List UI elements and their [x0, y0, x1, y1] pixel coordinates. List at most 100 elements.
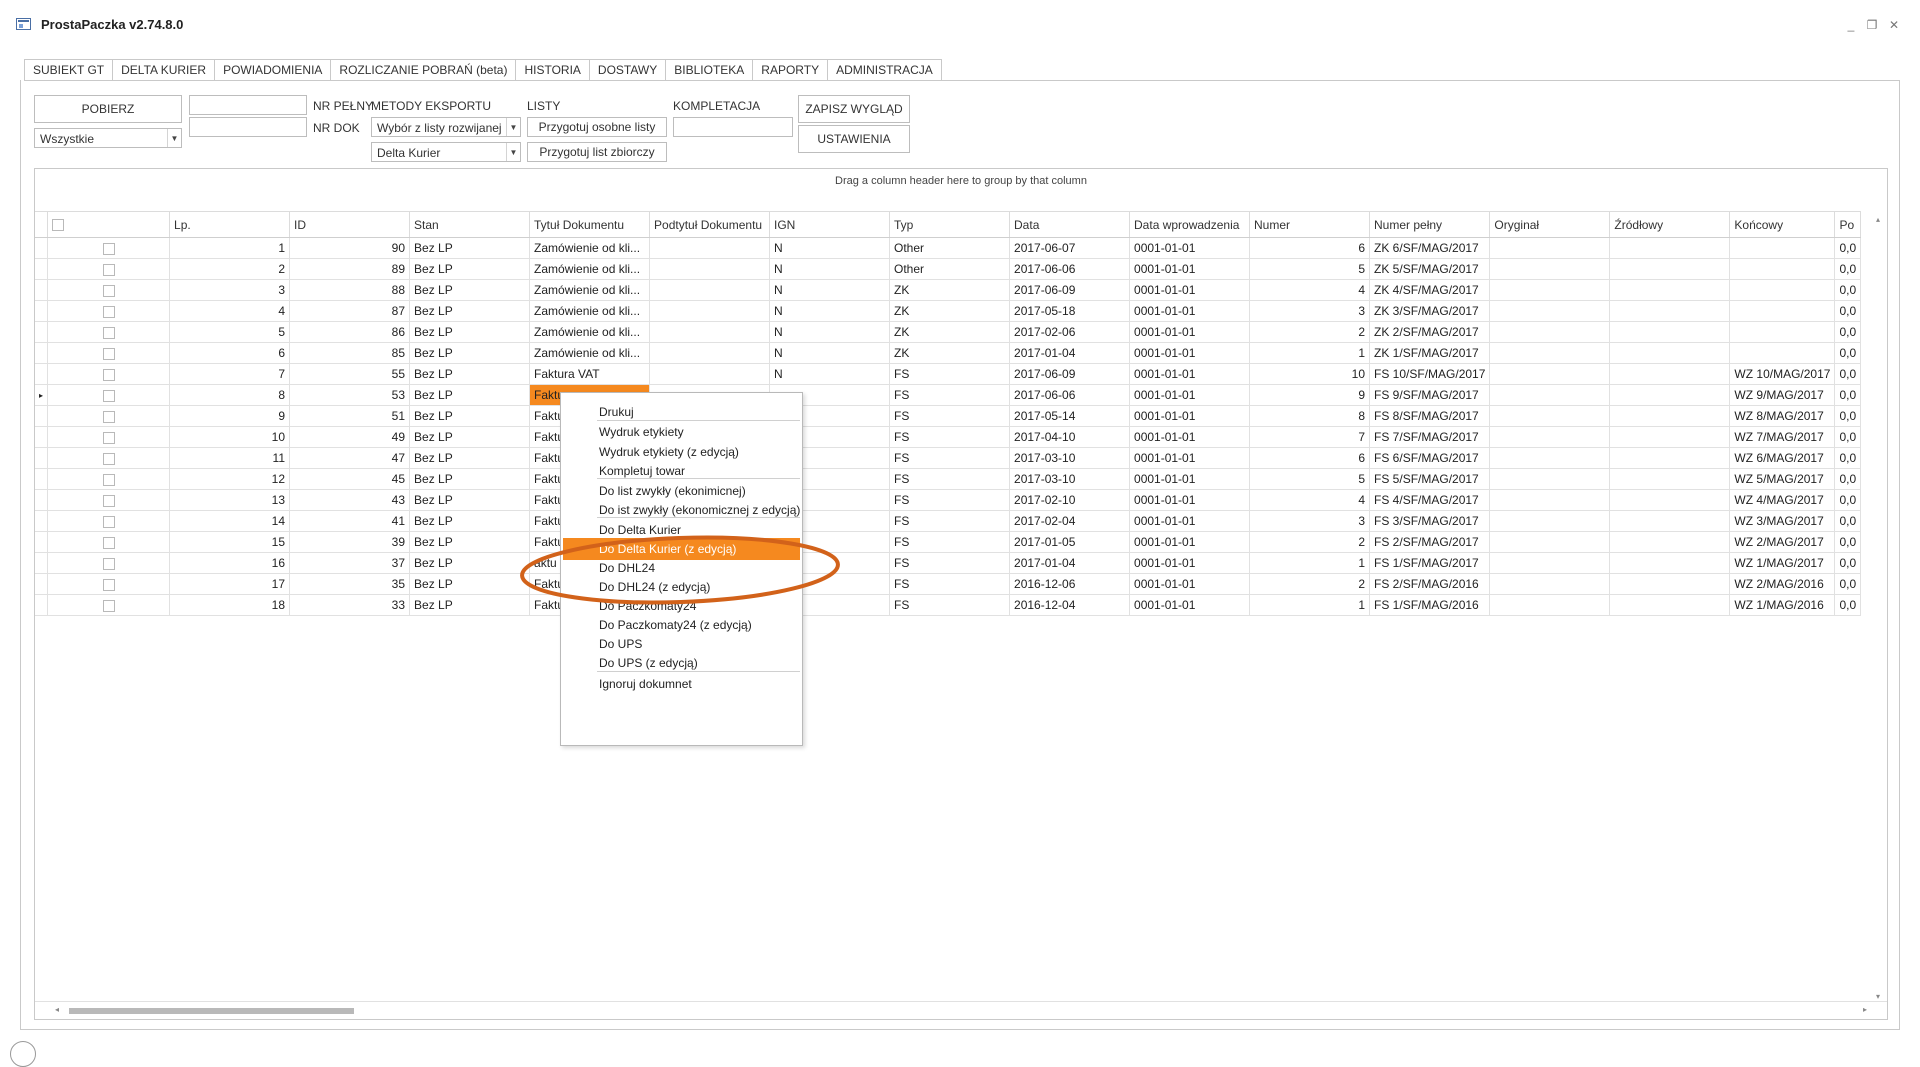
cell-koncowy[interactable]	[1729, 237, 1836, 259]
cell-ign[interactable]: N	[769, 258, 891, 280]
cell-po[interactable]: 0,0	[1834, 489, 1862, 511]
tab-historia[interactable]: HISTORIA	[516, 59, 590, 81]
cell-data-wpr[interactable]: 0001-01-01	[1129, 279, 1251, 301]
cell-stan[interactable]: Bez LP	[409, 447, 531, 469]
cell-data-wpr[interactable]: 0001-01-01	[1129, 489, 1251, 511]
cell-podtytul[interactable]	[649, 342, 771, 364]
cell-oryginal[interactable]	[1489, 594, 1611, 616]
table-row[interactable]: 6 85 Bez LP Zamówienie od kli... N ZK 2017-01-…	[35, 342, 1862, 364]
cell-data-wpr[interactable]: 0001-01-01	[1129, 237, 1251, 259]
filter-select[interactable]: Wszystkie ▼	[34, 128, 182, 148]
cell-data[interactable]: 2016-12-04	[1009, 594, 1131, 616]
cell-lp[interactable]: 16	[169, 552, 291, 574]
cell-data-wpr[interactable]: 0001-01-01	[1129, 342, 1251, 364]
cell-po[interactable]: 0,0	[1834, 384, 1862, 406]
cell-po[interactable]: 0,0	[1834, 237, 1862, 259]
cell-koncowy[interactable]	[1729, 279, 1836, 301]
cell-numer-pelny[interactable]: ZK 5/SF/MAG/2017	[1369, 258, 1491, 280]
column-header[interactable]: Oryginał	[1489, 211, 1611, 238]
cell-stan[interactable]: Bez LP	[409, 573, 531, 595]
cell-zrodlowy[interactable]	[1609, 237, 1731, 259]
cell-numer[interactable]: 1	[1249, 552, 1371, 574]
cell-podtytul[interactable]	[649, 258, 771, 280]
row-checkbox[interactable]	[102, 284, 115, 297]
cell-typ[interactable]: Other	[889, 237, 1011, 259]
cell-data[interactable]: 2017-06-09	[1009, 363, 1131, 385]
vertical-scrollbar[interactable]: ▴ ▾	[1873, 211, 1887, 1001]
menu-item-wydruk-etykiety[interactable]: Wydruk etykiety	[563, 421, 800, 443]
cell-numer-pelny[interactable]: FS 7/SF/MAG/2017	[1369, 426, 1491, 448]
column-header[interactable]: Źródłowy	[1609, 211, 1731, 238]
cell-podtytul[interactable]	[649, 321, 771, 343]
cell-numer[interactable]: 6	[1249, 237, 1371, 259]
cell-po[interactable]: 0,0	[1834, 531, 1862, 553]
cell-tytul[interactable]: Faktura VAT	[529, 363, 651, 385]
cell-data-wpr[interactable]: 0001-01-01	[1129, 594, 1251, 616]
cell-po[interactable]: 0,0	[1834, 321, 1862, 343]
cell-podtytul[interactable]	[649, 363, 771, 385]
cell-data[interactable]: 2017-01-04	[1009, 342, 1131, 364]
cell-numer-pelny[interactable]: FS 8/SF/MAG/2017	[1369, 405, 1491, 427]
scroll-up-icon[interactable]: ▴	[1876, 215, 1880, 224]
cell-typ[interactable]: Other	[889, 258, 1011, 280]
cell-numer-pelny[interactable]: FS 6/SF/MAG/2017	[1369, 447, 1491, 469]
cell-id[interactable]: 47	[289, 447, 411, 469]
table-row[interactable]: 15 39 Bez LP Faktu FS 2017-01-05 0001-01-01 2 FS…	[35, 531, 1862, 553]
cell-data-wpr[interactable]: 0001-01-01	[1129, 321, 1251, 343]
cell-data-wpr[interactable]: 0001-01-01	[1129, 510, 1251, 532]
cell-numer-pelny[interactable]: ZK 2/SF/MAG/2017	[1369, 321, 1491, 343]
table-row[interactable]: 9 51 Bez LP Faktu FS 2017-05-14 0001-01-01 8 FS …	[35, 405, 1862, 427]
row-checkbox[interactable]	[102, 389, 115, 402]
cell-po[interactable]: 0,0	[1834, 426, 1862, 448]
cell-stan[interactable]: Bez LP	[409, 468, 531, 490]
cell-numer[interactable]: 5	[1249, 258, 1371, 280]
cell-stan[interactable]: Bez LP	[409, 552, 531, 574]
cell-stan[interactable]: Bez LP	[409, 258, 531, 280]
chevron-down-icon[interactable]: ▼	[506, 143, 520, 161]
table-row[interactable]: 10 49 Bez LP Faktu FS 2017-04-10 0001-01-01 7 FS…	[35, 426, 1862, 448]
cell-oryginal[interactable]	[1489, 300, 1611, 322]
row-checkbox[interactable]	[102, 515, 115, 528]
column-header[interactable]: Numer	[1249, 211, 1371, 238]
table-row[interactable]: 2 89 Bez LP Zamówienie od kli... N Other 2017-…	[35, 258, 1862, 280]
cell-oryginal[interactable]	[1489, 468, 1611, 490]
cell-lp[interactable]: 7	[169, 363, 291, 385]
cell-data-wpr[interactable]: 0001-01-01	[1129, 300, 1251, 322]
cell-po[interactable]: 0,0	[1834, 363, 1862, 385]
cell-koncowy[interactable]: WZ 5/MAG/2017	[1729, 468, 1836, 490]
horizontal-scrollbar[interactable]: ◂ ▸	[35, 1001, 1887, 1019]
cell-numer-pelny[interactable]: FS 2/SF/MAG/2016	[1369, 573, 1491, 595]
cell-tytul[interactable]: Zamówienie od kli...	[529, 258, 651, 280]
row-checkbox[interactable]	[102, 263, 115, 276]
cell-oryginal[interactable]	[1489, 237, 1611, 259]
cell-typ[interactable]: FS	[889, 510, 1011, 532]
cell-id[interactable]: 85	[289, 342, 411, 364]
tab-rozliczanie-pobra-beta[interactable]: ROZLICZANIE POBRAŃ (beta)	[331, 59, 517, 81]
cell-lp[interactable]: 13	[169, 489, 291, 511]
cell-stan[interactable]: Bez LP	[409, 300, 531, 322]
scroll-right-icon[interactable]: ▸	[1863, 1005, 1867, 1014]
cell-lp[interactable]: 14	[169, 510, 291, 532]
cell-koncowy[interactable]	[1729, 300, 1836, 322]
row-checkbox[interactable]	[102, 536, 115, 549]
cell-tytul[interactable]: Zamówienie od kli...	[529, 342, 651, 364]
chevron-down-icon[interactable]: ▼	[167, 129, 181, 147]
table-row[interactable]: 17 35 Bez LP Faktu FS 2016-12-06 0001-01-01 2 FS…	[35, 573, 1862, 595]
cell-numer-pelny[interactable]: ZK 6/SF/MAG/2017	[1369, 237, 1491, 259]
cell-oryginal[interactable]	[1489, 531, 1611, 553]
cell-koncowy[interactable]: WZ 1/MAG/2016	[1729, 594, 1836, 616]
cell-numer[interactable]: 4	[1249, 489, 1371, 511]
cell-typ[interactable]: FS	[889, 426, 1011, 448]
cell-data[interactable]: 2017-01-04	[1009, 552, 1131, 574]
cell-koncowy[interactable]	[1729, 342, 1836, 364]
cell-numer[interactable]: 1	[1249, 594, 1371, 616]
nr-pelny-input[interactable]	[189, 95, 307, 115]
cell-data[interactable]: 2017-06-06	[1009, 384, 1131, 406]
column-header[interactable]: ID	[289, 211, 411, 238]
cell-data-wpr[interactable]: 0001-01-01	[1129, 363, 1251, 385]
select-all-checkbox[interactable]	[52, 219, 65, 232]
cell-data-wpr[interactable]: 0001-01-01	[1129, 258, 1251, 280]
cell-oryginal[interactable]	[1489, 321, 1611, 343]
cell-koncowy[interactable]: WZ 8/MAG/2017	[1729, 405, 1836, 427]
cell-numer[interactable]: 3	[1249, 510, 1371, 532]
